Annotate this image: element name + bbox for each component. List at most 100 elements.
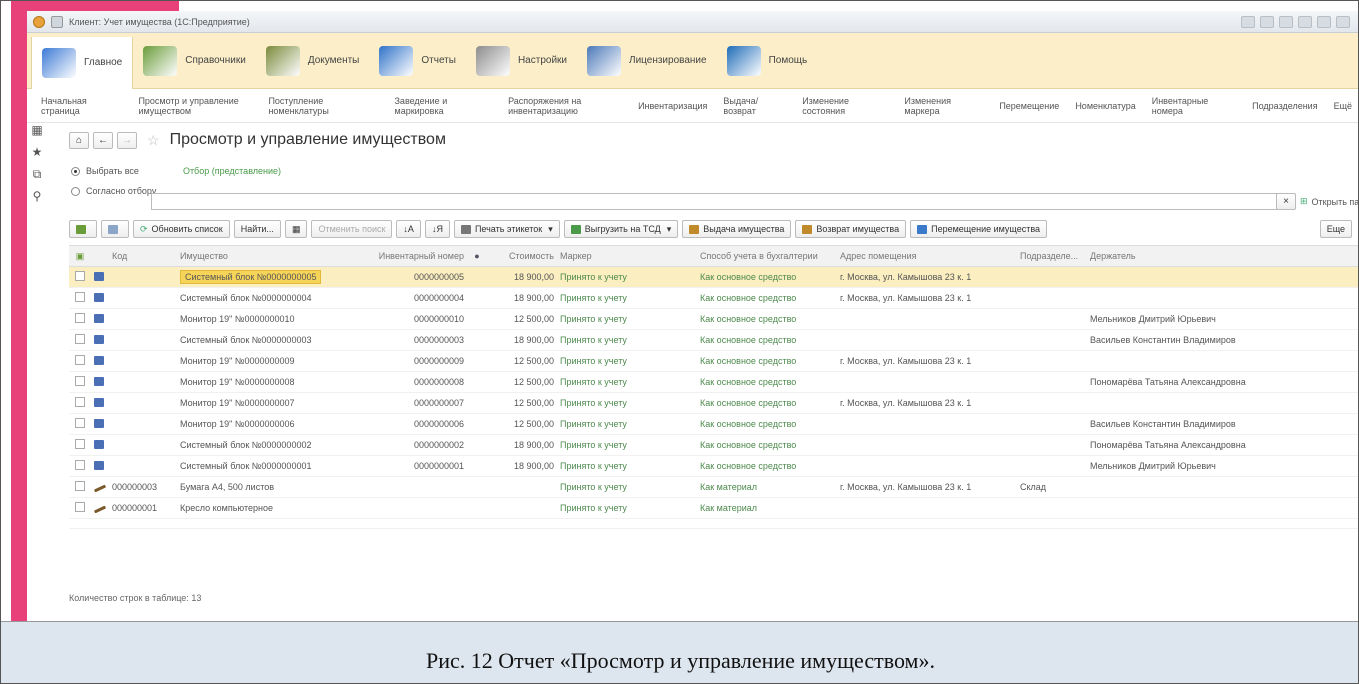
row-select-cell[interactable] (69, 376, 91, 388)
table-row[interactable]: Системный блок №0000000004 0000000004 18 9… (69, 288, 1358, 309)
issue-property-button[interactable]: Выдача имущества (682, 220, 792, 238)
more-button[interactable]: Еще (1319, 220, 1352, 238)
nav-item-2[interactable]: Просмотр и управление имуществом (130, 96, 260, 116)
section-5[interactable]: Настройки (466, 33, 577, 88)
column-header[interactable]: Способ учета в бухгалтерии (697, 251, 837, 261)
search-icon[interactable]: ⚲ (27, 189, 47, 211)
maximize-icon[interactable] (1336, 15, 1350, 28)
nav-item-11[interactable]: Номенклатура (1067, 101, 1143, 111)
table-row[interactable]: 000000003 Бумага А4, 500 листов Принято к … (69, 477, 1358, 498)
column-header[interactable]: Адрес помещения (837, 251, 1017, 261)
toolbar-icon[interactable] (1298, 15, 1312, 28)
nav-item-3[interactable]: Поступление номенклатуры (260, 96, 386, 116)
row-select-cell[interactable] (69, 334, 91, 346)
row-checkbox[interactable] (75, 397, 85, 407)
table-row[interactable]: Монитор 19" №0000000007 0000000007 12 500,… (69, 393, 1358, 414)
radio-select-all[interactable]: Выбрать все Отбор (представление) (71, 161, 1358, 181)
row-checkbox[interactable] (75, 418, 85, 428)
column-header[interactable]: Маркер (557, 251, 697, 261)
row-select-cell[interactable] (69, 439, 91, 451)
nav-item-5[interactable]: Распоряжения на инвентаризацию (500, 96, 630, 116)
table-row[interactable]: Системный блок №0000000005 0000000005 18 9… (69, 267, 1358, 288)
table-row[interactable]: Системный блок №0000000003 0000000003 18 9… (69, 330, 1358, 351)
row-select-cell[interactable] (69, 271, 91, 283)
table-row[interactable]: Монитор 19" №0000000006 0000000006 12 500,… (69, 414, 1358, 435)
row-checkbox[interactable] (75, 376, 85, 386)
row-select-cell[interactable] (69, 418, 91, 430)
row-checkbox[interactable] (75, 439, 85, 449)
row-checkbox[interactable] (75, 313, 85, 323)
row-checkbox[interactable] (75, 460, 85, 470)
row-checkbox[interactable] (75, 334, 85, 344)
nav-item-8[interactable]: Изменение состояния (794, 96, 896, 116)
find-button[interactable]: Найти... (233, 220, 281, 238)
copy-button[interactable] (101, 220, 129, 238)
select-all-icon[interactable]: ▣ (76, 251, 85, 261)
table-row[interactable]: Системный блок №0000000001 0000000001 18 9… (69, 456, 1358, 477)
radio-unchecked-icon[interactable] (71, 186, 80, 196)
upload-tsd-button[interactable]: Выгрузить на ТСД ▾ (563, 220, 679, 238)
nav-item-14[interactable]: Ещё (1326, 101, 1358, 111)
calendar-button[interactable]: ▦ (284, 220, 308, 238)
row-select-cell[interactable] (69, 313, 91, 325)
section-6[interactable]: Лицензирование (577, 33, 717, 88)
minimize-icon[interactable] (1317, 15, 1331, 28)
clear-filter-button[interactable]: × (1276, 193, 1296, 210)
table-row[interactable]: Монитор 19" №0000000009 0000000009 12 500,… (69, 351, 1358, 372)
nav-item-4[interactable]: Заведение и маркировка (387, 96, 501, 116)
refresh-button[interactable]: ⟳ Обновить список (133, 220, 230, 238)
row-select-cell[interactable] (69, 481, 91, 493)
section-3[interactable]: Документы (256, 33, 370, 88)
row-checkbox[interactable] (75, 355, 85, 365)
table-row[interactable]: 000000001 Кресло компьютерное Принято к уч… (69, 498, 1358, 519)
radio-checked-icon[interactable] (71, 166, 80, 176)
favorites-star-icon[interactable]: ★ (27, 145, 47, 167)
sort-desc-button[interactable]: ↓Я (424, 220, 450, 238)
home-button[interactable]: ⌂ (69, 131, 89, 149)
cancel-search-button[interactable]: Отменить поиск (311, 220, 393, 238)
grid-menu-icon[interactable]: ▦ (27, 123, 47, 145)
column-header[interactable]: Инвентарный номер (342, 251, 467, 261)
row-select-cell[interactable] (69, 355, 91, 367)
column-header[interactable]: Держатель (1087, 251, 1287, 261)
toolbar-icon[interactable] (1260, 15, 1274, 28)
filter-field[interactable] (151, 193, 1285, 210)
section-1[interactable]: Главное (31, 36, 134, 89)
table-row[interactable]: Монитор 19" №0000000010 0000000010 12 500,… (69, 309, 1358, 330)
toolbar-icon[interactable] (1241, 15, 1255, 28)
nav-item-10[interactable]: Перемещение (991, 101, 1067, 111)
print-labels-button[interactable]: Печать этикеток ▾ (453, 220, 560, 238)
toolbar-icon[interactable] (1279, 15, 1293, 28)
row-select-cell[interactable] (69, 460, 91, 472)
nav-item-13[interactable]: Подразделения (1244, 101, 1325, 111)
row-checkbox[interactable] (75, 502, 85, 512)
nav-item-7[interactable]: Выдача/возврат (715, 96, 794, 116)
column-header[interactable]: Код (109, 251, 177, 261)
nav-item-12[interactable]: Инвентарные номера (1144, 96, 1244, 116)
favorite-star-icon[interactable]: ☆ (147, 132, 160, 149)
open-filter-panel-label[interactable]: Открыть панель отбо (1312, 197, 1358, 207)
return-property-button[interactable]: Возврат имущества (795, 220, 907, 238)
nav-item-1[interactable]: Начальная страница (33, 96, 130, 116)
header-select-cell[interactable]: ▣ (69, 251, 91, 262)
row-select-cell[interactable] (69, 502, 91, 514)
column-header[interactable]: Подразделе... (1017, 251, 1087, 261)
section-7[interactable]: Помощь (717, 33, 818, 88)
selection-link[interactable]: Отбор (представление) (183, 166, 281, 176)
history-icon[interactable]: ⧉ (27, 167, 47, 189)
open-filter-panel[interactable]: × ⊞ Открыть панель отбо (1276, 193, 1358, 210)
row-select-cell[interactable] (69, 292, 91, 304)
column-header[interactable]: Имущество (177, 251, 342, 261)
table-row[interactable]: Системный блок №0000000002 0000000002 18 9… (69, 435, 1358, 456)
move-property-button[interactable]: Перемещение имущества (910, 220, 1048, 238)
menu-icon[interactable] (51, 15, 63, 28)
select-rows-button[interactable] (69, 220, 97, 238)
nav-item-6[interactable]: Инвентаризация (630, 101, 715, 111)
sort-asc-button[interactable]: ↓A (396, 220, 421, 238)
column-header[interactable]: ● (467, 251, 487, 261)
forward-button[interactable]: → (117, 131, 137, 149)
nav-item-9[interactable]: Изменения маркера (896, 96, 991, 116)
section-2[interactable]: Справочники (133, 33, 256, 88)
row-checkbox[interactable] (75, 481, 85, 491)
table-row[interactable]: Монитор 19" №0000000008 0000000008 12 500,… (69, 372, 1358, 393)
